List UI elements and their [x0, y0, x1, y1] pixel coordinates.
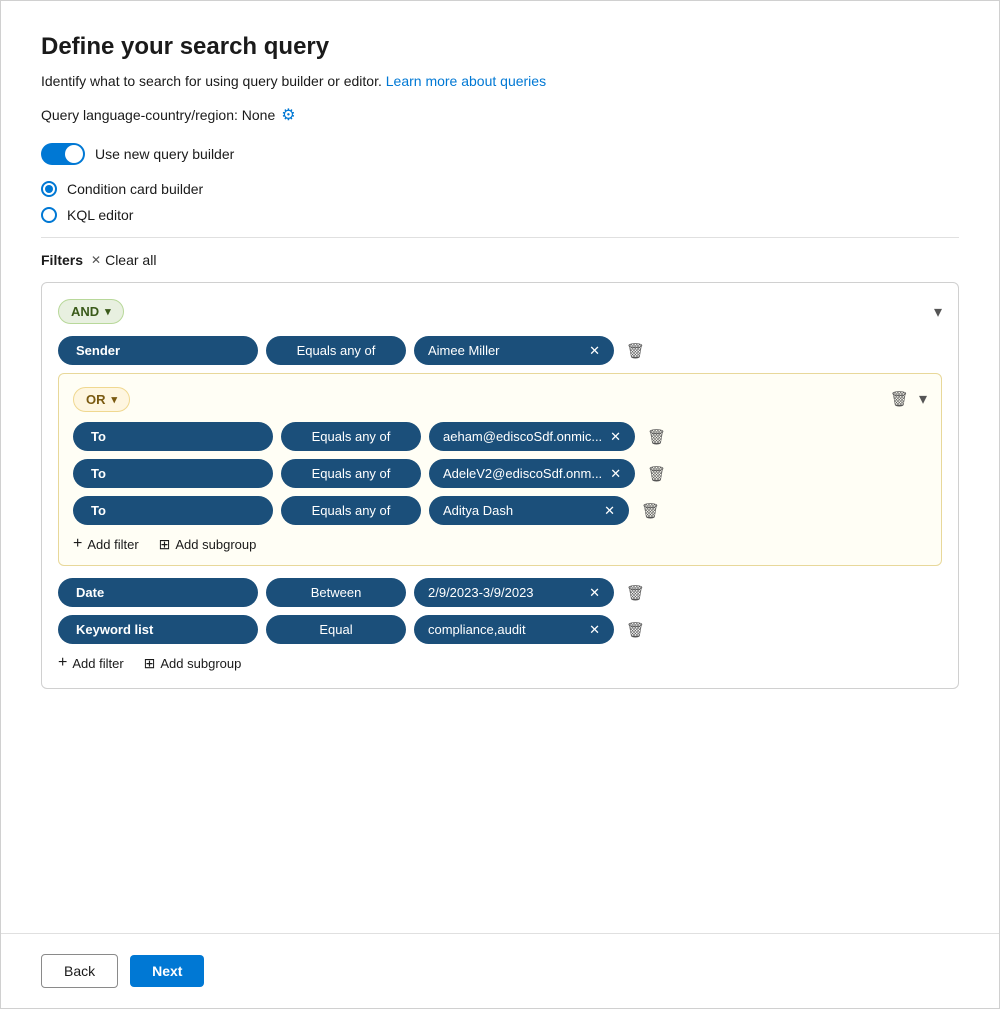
to-clear-1[interactable]: ✕ — [610, 430, 621, 443]
page-title: Define your search query — [41, 33, 959, 61]
or-chevron-icon: ▾ — [112, 393, 118, 406]
keyword-operator[interactable]: Equal — [266, 615, 406, 644]
to-delete-1[interactable]: 🗑 — [643, 424, 670, 450]
subgroup-delete-button[interactable]: 🗑 — [886, 386, 913, 412]
to-row-3: To Equals any of Aditya Dash ✕ 🗑 — [73, 496, 927, 525]
condition-card-radio-row[interactable]: Condition card builder — [41, 181, 959, 197]
to-delete-2[interactable]: 🗑 — [643, 461, 670, 487]
to-clear-3[interactable]: ✕ — [604, 504, 615, 517]
condition-card-label: Condition card builder — [67, 181, 203, 197]
to-delete-3[interactable]: 🗑 — [637, 498, 664, 524]
root-plus-icon: + — [58, 654, 67, 672]
keyword-value[interactable]: compliance,audit ✕ — [414, 615, 614, 644]
filters-row: Filters ✕ Clear all — [41, 252, 959, 268]
keyword-condition-row: Keyword list Equal compliance,audit ✕ 🗑 — [58, 615, 942, 644]
page-description: Identify what to search for using query … — [41, 73, 959, 89]
subgroup-add-subgroup-icon: ⊞ — [159, 536, 171, 553]
subgroup-add-row: + Add filter ⊞ Add subgroup — [73, 535, 927, 553]
date-operator[interactable]: Between — [266, 578, 406, 607]
root-collapse-icon[interactable]: ▾ — [934, 302, 942, 322]
subgroup-icons: 🗑 ▾ — [886, 386, 927, 412]
subgroup-add-subgroup-button[interactable]: ⊞ Add subgroup — [159, 536, 257, 553]
subgroup-add-filter-button[interactable]: + Add filter — [73, 535, 139, 553]
keyword-delete-button[interactable]: 🗑 — [622, 617, 649, 643]
to-clear-2[interactable]: ✕ — [610, 467, 621, 480]
subgroup-collapse-icon[interactable]: ▾ — [919, 389, 927, 409]
sender-field[interactable]: Sender — [58, 336, 258, 365]
date-condition-row: Date Between 2/9/2023-3/9/2023 ✕ 🗑 — [58, 578, 942, 607]
root-add-subgroup-icon: ⊞ — [144, 655, 156, 672]
sender-condition-row: Sender Equals any of Aimee Miller ✕ 🗑 — [58, 336, 942, 365]
root-operator-badge[interactable]: AND ▾ — [58, 299, 124, 324]
root-add-filter-button[interactable]: + Add filter — [58, 654, 124, 672]
root-add-subgroup-button[interactable]: ⊞ Add subgroup — [144, 655, 242, 672]
learn-more-link[interactable]: Learn more about queries — [386, 73, 546, 89]
to-operator-3[interactable]: Equals any of — [281, 496, 421, 525]
next-button[interactable]: Next — [130, 955, 204, 987]
query-builder-container: AND ▾ ▾ Sender Equals any of Aimee Mille… — [41, 282, 959, 689]
date-clear-button[interactable]: ✕ — [589, 586, 600, 599]
to-operator-1[interactable]: Equals any of — [281, 422, 421, 451]
clear-all-button[interactable]: ✕ Clear all — [91, 252, 156, 268]
to-value-1[interactable]: aeham@ediscoSdf.onmic... ✕ — [429, 422, 635, 451]
sender-delete-button[interactable]: 🗑 — [622, 338, 649, 364]
date-delete-button[interactable]: 🗑 — [622, 580, 649, 606]
subgroup-plus-icon: + — [73, 535, 82, 553]
or-subgroup-header: OR ▾ 🗑 ▾ — [73, 386, 927, 412]
and-badge: AND ▾ — [58, 299, 124, 324]
and-chevron-icon: ▾ — [105, 305, 111, 318]
query-builder-toggle[interactable] — [41, 143, 85, 165]
keyword-clear-button[interactable]: ✕ — [589, 623, 600, 636]
back-button[interactable]: Back — [41, 954, 118, 988]
date-field[interactable]: Date — [58, 578, 258, 607]
to-value-3[interactable]: Aditya Dash ✕ — [429, 496, 629, 525]
to-field-3[interactable]: To — [73, 496, 273, 525]
divider — [41, 237, 959, 238]
condition-card-radio[interactable] — [41, 181, 57, 197]
keyword-field[interactable]: Keyword list — [58, 615, 258, 644]
footer: Back Next — [1, 933, 999, 1008]
root-add-row: + Add filter ⊞ Add subgroup — [58, 654, 942, 672]
to-row-2: To Equals any of AdeleV2@ediscoSdf.onm..… — [73, 459, 927, 488]
language-icon: ⚙ — [281, 105, 295, 125]
root-group-header: AND ▾ ▾ — [58, 299, 942, 324]
query-language-row: Query language-country/region: None ⚙ — [41, 105, 959, 125]
toggle-row: Use new query builder — [41, 143, 959, 165]
clear-icon: ✕ — [91, 253, 101, 267]
date-value[interactable]: 2/9/2023-3/9/2023 ✕ — [414, 578, 614, 607]
to-field-1[interactable]: To — [73, 422, 273, 451]
to-field-2[interactable]: To — [73, 459, 273, 488]
kql-editor-radio-row[interactable]: KQL editor — [41, 207, 959, 223]
to-row-1: To Equals any of aeham@ediscoSdf.onmic..… — [73, 422, 927, 451]
sender-value[interactable]: Aimee Miller ✕ — [414, 336, 614, 365]
toggle-label: Use new query builder — [95, 146, 234, 162]
kql-editor-label: KQL editor — [67, 207, 133, 223]
filters-label: Filters — [41, 252, 83, 268]
to-value-2[interactable]: AdeleV2@ediscoSdf.onm... ✕ — [429, 459, 635, 488]
to-operator-2[interactable]: Equals any of — [281, 459, 421, 488]
kql-editor-radio[interactable] — [41, 207, 57, 223]
sender-clear-button[interactable]: ✕ — [589, 344, 600, 357]
sender-operator[interactable]: Equals any of — [266, 336, 406, 365]
or-badge[interactable]: OR ▾ — [73, 387, 130, 412]
or-subgroup: OR ▾ 🗑 ▾ To Equals any of aeham@ediscoSd… — [58, 373, 942, 566]
